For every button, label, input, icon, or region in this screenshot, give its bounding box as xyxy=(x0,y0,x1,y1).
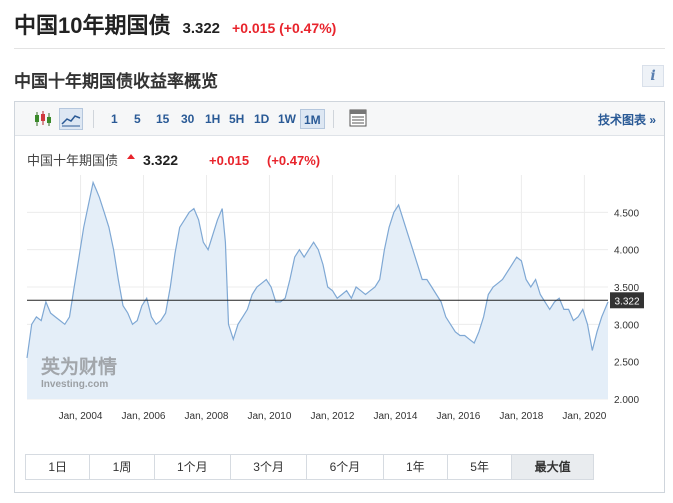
period-6m[interactable]: 6个月 xyxy=(307,455,384,479)
interval-30[interactable]: 30 xyxy=(181,109,194,129)
header-divider xyxy=(14,48,665,49)
legend-price: 3.322 xyxy=(143,152,178,168)
header-change: +0.015 (+0.47%) xyxy=(232,20,337,36)
period-1w[interactable]: 1周 xyxy=(90,455,155,479)
x-tick-label: Jan, 2018 xyxy=(499,411,543,422)
interval-1d[interactable]: 1D xyxy=(254,109,269,129)
toolbar-separator xyxy=(93,110,94,128)
toolbar-separator xyxy=(333,110,334,128)
period-1d[interactable]: 1日 xyxy=(26,455,91,479)
interval-5[interactable]: 5 xyxy=(134,109,141,129)
instrument-title: 中国10年期国债 xyxy=(14,13,171,38)
legend-pct: (+0.47%) xyxy=(267,153,320,168)
period-3m[interactable]: 3个月 xyxy=(230,455,308,479)
x-tick-label: Jan, 2006 xyxy=(122,411,166,422)
period-5y[interactable]: 5年 xyxy=(447,455,513,479)
legend-change: +0.015 xyxy=(209,153,249,168)
current-value-label: 3.322 xyxy=(614,296,639,307)
watermark-en: Investing.com xyxy=(41,379,108,390)
table-icon[interactable] xyxy=(347,108,371,130)
y-tick-label: 4.000 xyxy=(614,246,639,257)
section-title: 中国十年期国债收益率概览 xyxy=(14,72,218,91)
y-tick-label: 2.500 xyxy=(614,358,639,369)
interval-1[interactable]: 1 xyxy=(111,109,118,129)
interval-15[interactable]: 15 xyxy=(156,109,169,129)
interval-5h[interactable]: 5H xyxy=(229,109,244,129)
info-icon[interactable]: i xyxy=(642,65,664,87)
y-tick-label: 3.000 xyxy=(614,320,639,331)
chart-toolbar: 1 5 15 30 1H 5H 1D 1W 1M 技术图表 » xyxy=(15,102,664,136)
x-tick-label: Jan, 2010 xyxy=(248,411,292,422)
yield-chart: 中国十年期国债 3.322 +0.015 (+0.47%) 2.000 2.500 3.00… xyxy=(26,152,644,422)
period-selector: 1日 1周 1个月 3个月 6个月 1年 5年 最大值 xyxy=(25,454,594,480)
interval-1m[interactable]: 1M xyxy=(300,109,325,129)
y-tick-label: 4.500 xyxy=(614,208,639,219)
tech-chart-link[interactable]: 技术图表 » xyxy=(598,111,656,128)
x-tick-label: Jan, 2008 xyxy=(185,411,229,422)
x-tick-label: Jan, 2014 xyxy=(373,411,417,422)
period-1m[interactable]: 1个月 xyxy=(154,455,231,479)
x-tick-label: Jan, 2020 xyxy=(562,411,606,422)
x-tick-label: Jan, 2012 xyxy=(310,411,354,422)
y-tick-label: 2.000 xyxy=(614,395,639,406)
interval-1h[interactable]: 1H xyxy=(205,109,220,129)
period-max[interactable]: 最大值 xyxy=(512,455,593,479)
x-tick-label: Jan, 2004 xyxy=(59,411,103,422)
chart-panel: 1 5 15 30 1H 5H 1D 1W 1M 技术图表 » 中国十年期国债 3… xyxy=(14,101,665,493)
watermark-cn: 英为财情 xyxy=(41,355,117,378)
header-price: 3.322 xyxy=(182,20,221,37)
candlestick-icon[interactable] xyxy=(31,108,55,130)
area-chart-icon[interactable] xyxy=(59,108,83,130)
x-tick-label: Jan, 2016 xyxy=(436,411,480,422)
interval-1w[interactable]: 1W xyxy=(278,109,296,129)
period-1y[interactable]: 1年 xyxy=(383,455,448,479)
legend-name: 中国十年期国债 xyxy=(27,153,118,168)
legend-up-arrow-icon xyxy=(127,154,135,159)
page-header: 中国10年期国债 3.322 +0.015 (+0.47%) xyxy=(14,8,336,48)
